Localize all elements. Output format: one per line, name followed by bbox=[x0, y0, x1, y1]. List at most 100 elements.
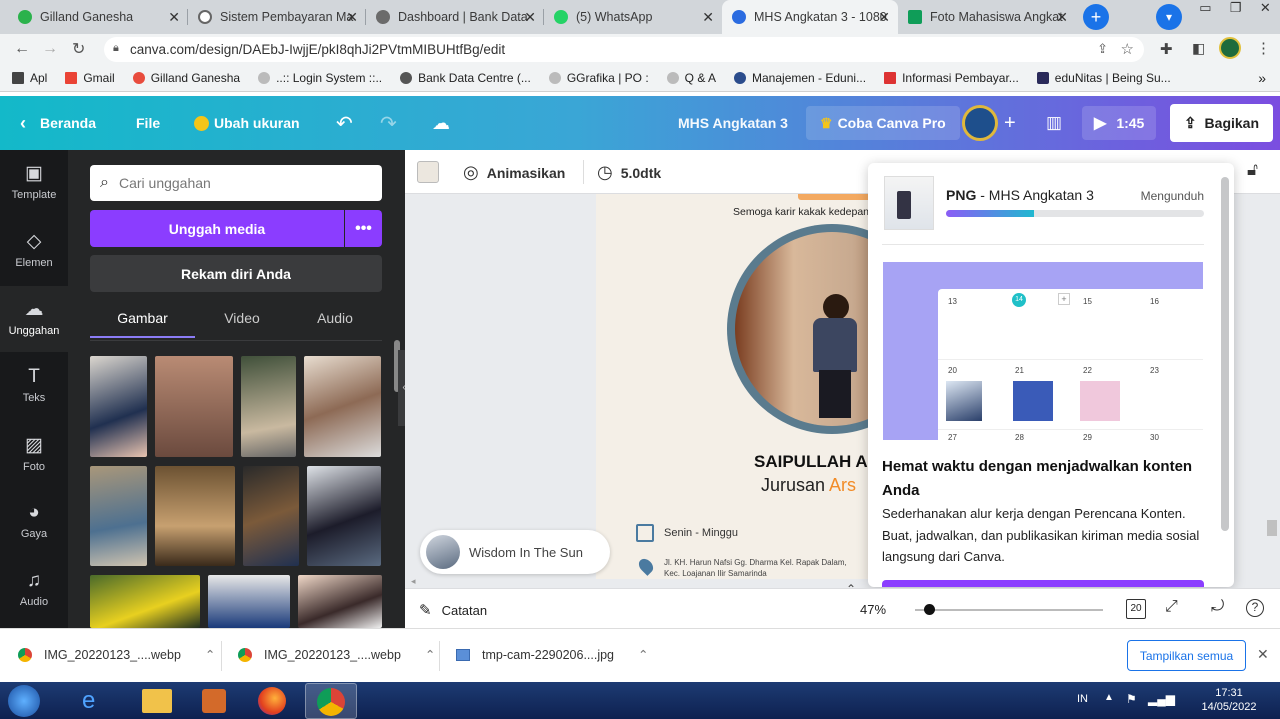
close-icon[interactable]: ✕ bbox=[702, 9, 714, 26]
audio-track-chip[interactable]: Wisdom In The Sun bbox=[420, 530, 610, 574]
volume-icon[interactable]: 🔈︎ bbox=[1170, 691, 1178, 707]
chevron-up-icon[interactable]: ⌃ bbox=[205, 647, 215, 662]
upload-thumbnail[interactable] bbox=[90, 575, 200, 628]
upload-thumbnail[interactable] bbox=[298, 575, 382, 628]
add-member-button[interactable]: + bbox=[1004, 96, 1016, 150]
bookmark-informasi[interactable]: Informasi Pembayar... bbox=[884, 71, 1019, 85]
home-button[interactable]: ‹ Beranda bbox=[20, 96, 96, 150]
profile-avatar[interactable] bbox=[1219, 37, 1241, 59]
firefox-icon[interactable] bbox=[258, 687, 286, 715]
chevron-up-icon[interactable]: ⌃ bbox=[638, 647, 648, 662]
tab-images[interactable]: Gambar bbox=[90, 310, 195, 338]
tab-canva-active[interactable]: MHS Angkatan 3 - 1080 ✕ bbox=[722, 0, 898, 34]
tab-sistem-pembayaran[interactable]: Sistem Pembayaran Ma ✕ bbox=[188, 0, 366, 34]
bookmark-ggrafika[interactable]: GGrafika | PO : bbox=[548, 71, 649, 85]
bookmark-manajemen[interactable]: Manajemen - Eduni... bbox=[734, 71, 866, 85]
window-close-button[interactable]: ✕ bbox=[1260, 0, 1271, 20]
menu-dots-icon[interactable]: ⋮ bbox=[1256, 39, 1271, 57]
upload-thumbnail[interactable] bbox=[243, 466, 299, 566]
record-yourself-button[interactable]: Rekam diri Anda bbox=[90, 255, 382, 292]
help-icon[interactable]: ? bbox=[1246, 599, 1264, 617]
download-item[interactable]: tmp-cam-2290206....jpg ⌃ bbox=[456, 647, 649, 662]
tab-foto-mahasiswa[interactable]: Foto Mahasiswa Angkat ✕ bbox=[898, 0, 1076, 34]
close-downloads-icon[interactable]: ✕ bbox=[1257, 646, 1269, 663]
show-all-downloads-button[interactable]: Tampilkan semua bbox=[1127, 640, 1246, 671]
download-item[interactable]: IMG_20220123_....webp ⌃ bbox=[18, 647, 215, 662]
popup-scrollbar[interactable] bbox=[1221, 177, 1229, 531]
timing-button[interactable]: ◷ 5.0dtk bbox=[597, 162, 661, 183]
rail-template[interactable]: ▣ Template bbox=[0, 162, 68, 201]
rail-photos[interactable]: ▨ Foto bbox=[0, 434, 68, 473]
bookmark-bank-data[interactable]: Bank Data Centre (... bbox=[400, 71, 531, 85]
tab-whatsapp[interactable]: (5) WhatsApp ✕ bbox=[544, 0, 722, 34]
extensions-icon[interactable]: ✚ bbox=[1160, 40, 1173, 58]
tab-dashboard[interactable]: Dashboard | Bank Data ✕ bbox=[366, 0, 544, 34]
fullscreen-icon[interactable]: ⤢ bbox=[1165, 598, 1178, 616]
zoom-slider[interactable] bbox=[915, 609, 1103, 611]
design-title[interactable]: MHS Angkatan 3 bbox=[678, 96, 788, 150]
cloud-save-icon[interactable]: ☁ bbox=[432, 96, 450, 150]
notes-button[interactable]: ✎ Catatan bbox=[419, 601, 487, 619]
background-color-swatch[interactable] bbox=[417, 161, 439, 183]
bookmark-star-icon[interactable]: ☆ bbox=[1121, 40, 1134, 58]
side-panel-icon[interactable]: ◧ bbox=[1192, 40, 1205, 57]
rail-elements[interactable]: ◇ Elemen bbox=[0, 230, 68, 269]
reload-icon[interactable]: ↻ bbox=[72, 39, 85, 59]
action-center-icon[interactable]: ⚑ bbox=[1126, 692, 1137, 706]
tab-audio[interactable]: Audio bbox=[288, 310, 382, 326]
insights-icon[interactable]: ▥ bbox=[1046, 96, 1062, 150]
bookmark-gilland[interactable]: Gilland Ganesha bbox=[132, 71, 240, 85]
bookmark-apps[interactable]: Apl bbox=[12, 71, 47, 85]
chevron-up-icon[interactable]: ⌃ bbox=[425, 647, 435, 662]
clock[interactable]: 17:31 14/05/2022 bbox=[1196, 686, 1262, 714]
page-count-button[interactable]: 20 bbox=[1126, 599, 1146, 619]
design-page[interactable]: Semoga karir kakak kedepan SAIPULLAH A J… bbox=[596, 194, 896, 579]
start-button[interactable] bbox=[8, 685, 40, 717]
rail-uploads[interactable]: ☁ Unggahan bbox=[0, 286, 68, 352]
rail-styles[interactable]: ◕ Gaya bbox=[0, 502, 68, 540]
redo-button[interactable]: ↷ bbox=[380, 96, 397, 150]
feedback-icon[interactable]: ⤾ bbox=[1211, 598, 1224, 616]
upload-thumbnail[interactable] bbox=[155, 466, 235, 566]
upload-thumbnail[interactable] bbox=[304, 356, 381, 457]
close-icon[interactable]: ✕ bbox=[168, 9, 180, 26]
bookmark-edunitas[interactable]: eduNitas | Being Su... bbox=[1036, 71, 1171, 85]
minimize-button[interactable]: ▭ bbox=[1199, 0, 1211, 20]
zoom-percentage[interactable]: 47% bbox=[860, 602, 886, 617]
upload-thumbnail[interactable] bbox=[208, 575, 290, 628]
forward-icon[interactable]: → bbox=[42, 40, 58, 58]
internet-explorer-icon[interactable]: e bbox=[82, 687, 95, 715]
chrome-taskbar-button[interactable] bbox=[305, 683, 357, 719]
lock-icon[interactable]: 🔓︎ bbox=[1247, 160, 1258, 180]
tab-gilland[interactable]: Gilland Ganesha ✕ bbox=[8, 0, 188, 34]
upload-thumbnail[interactable] bbox=[155, 356, 233, 457]
download-item[interactable]: IMG_20220123_....webp ⌃ bbox=[238, 647, 435, 662]
tab-search-button[interactable]: ▾ bbox=[1156, 4, 1182, 30]
close-icon[interactable]: ✕ bbox=[524, 9, 536, 26]
tray-expand-icon[interactable]: ▲ bbox=[1104, 692, 1114, 703]
search-input[interactable]: ⌕ Cari unggahan bbox=[90, 165, 382, 201]
maximize-button[interactable]: ❐ bbox=[1230, 0, 1242, 20]
promo-cta-button[interactable] bbox=[882, 580, 1204, 587]
close-icon[interactable]: ✕ bbox=[346, 9, 358, 26]
try-pro-button[interactable]: ♛ Coba Canva Pro bbox=[806, 106, 960, 140]
present-button[interactable]: ▶ 1:45 bbox=[1082, 106, 1157, 140]
bookmark-login-system[interactable]: ..:: Login System ::.. bbox=[258, 71, 382, 85]
file-explorer-icon[interactable] bbox=[142, 689, 172, 713]
scroll-left-icon[interactable]: ◂ bbox=[411, 576, 416, 587]
undo-button[interactable]: ↶ bbox=[336, 96, 353, 150]
tab-videos[interactable]: Video bbox=[196, 310, 288, 326]
more-bookmarks-icon[interactable]: » bbox=[1258, 70, 1266, 86]
animate-button[interactable]: ◎ Animasikan bbox=[463, 162, 565, 183]
share-page-icon[interactable]: ⇪ bbox=[1097, 41, 1108, 57]
close-icon[interactable]: ✕ bbox=[1056, 9, 1068, 26]
team-avatar[interactable] bbox=[962, 105, 998, 141]
file-menu-button[interactable]: File bbox=[136, 96, 160, 150]
rail-audio[interactable]: ♫ Audio bbox=[0, 570, 68, 608]
zoom-slider-thumb[interactable] bbox=[924, 604, 935, 615]
language-indicator[interactable]: IN bbox=[1077, 693, 1088, 705]
rail-text[interactable]: T Teks bbox=[0, 366, 68, 404]
resize-button[interactable]: Ubah ukuran bbox=[194, 96, 300, 150]
upload-media-button[interactable]: Unggah media bbox=[90, 210, 344, 247]
upload-more-button[interactable]: ••• bbox=[345, 210, 382, 247]
